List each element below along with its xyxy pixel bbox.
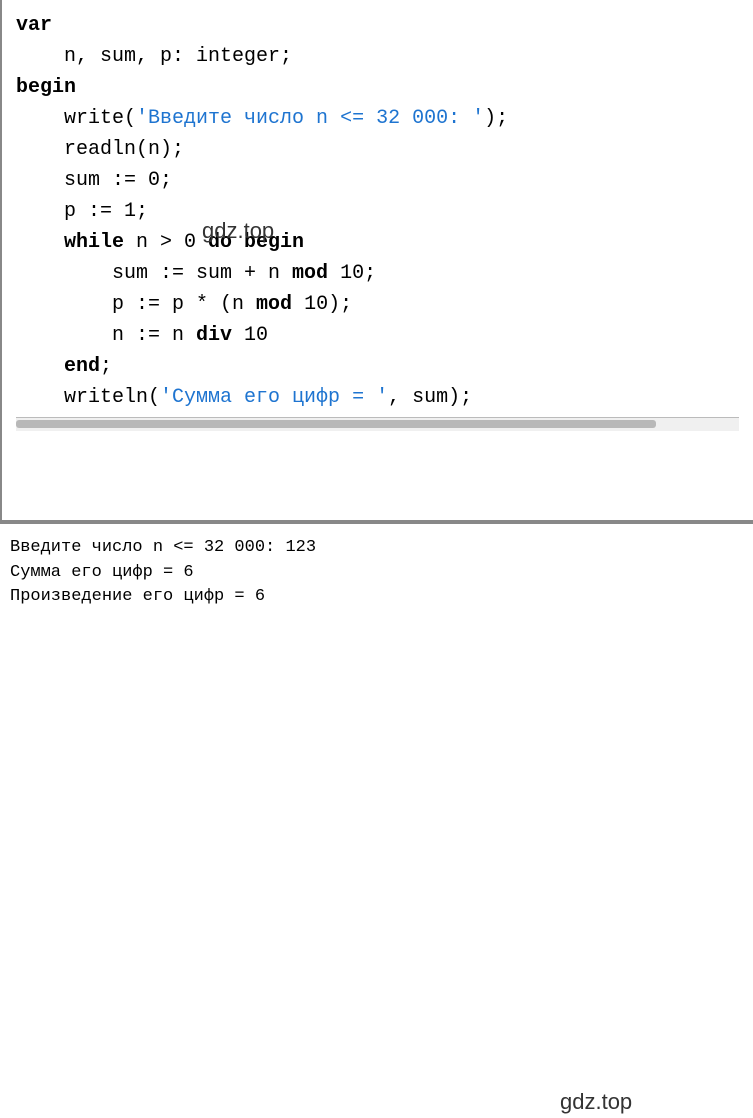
keyword-mod: mod <box>256 293 292 316</box>
horizontal-scrollbar[interactable] <box>16 417 739 431</box>
code-line: p := p * (n mod 10); <box>16 289 739 320</box>
output-line: Произведение его цифр = 6 <box>10 585 743 610</box>
code-line: end; <box>16 351 739 382</box>
watermark-text: gdz.top <box>560 1086 632 1118</box>
keyword-while: while <box>64 231 124 254</box>
code-line: while n > 0 do begin <box>16 227 739 258</box>
code-editor-panel[interactable]: var n, sum, p: integer; begin write('Вве… <box>0 0 753 522</box>
string-literal: 'Сумма его цифр = ' <box>160 386 388 409</box>
code-line: begin <box>16 72 739 103</box>
scrollbar-thumb[interactable] <box>16 420 656 428</box>
keyword-var: var <box>16 14 52 37</box>
output-line: Введите число n <= 32 000: 123 <box>10 536 743 561</box>
code-line: writeln('Сумма его цифр = ', sum); <box>16 382 739 413</box>
output-line: Сумма его цифр = 6 <box>10 561 743 586</box>
keyword-end: end <box>64 355 100 378</box>
keyword-do-begin: do begin <box>208 231 304 254</box>
code-line: var <box>16 10 739 41</box>
code-line: sum := 0; <box>16 165 739 196</box>
keyword-div: div <box>196 324 232 347</box>
keyword-mod: mod <box>292 262 328 285</box>
code-line: n := n div 10 <box>16 320 739 351</box>
keyword-begin: begin <box>16 76 76 99</box>
console-output-panel: Введите число n <= 32 000: 123 Сумма его… <box>0 522 753 618</box>
code-line: p := 1; <box>16 196 739 227</box>
code-line: sum := sum + n mod 10; <box>16 258 739 289</box>
code-line: n, sum, p: integer; <box>16 41 739 72</box>
code-line: readln(n); <box>16 134 739 165</box>
string-literal: 'Введите число n <= 32 000: ' <box>136 107 484 130</box>
code-line: write('Введите число n <= 32 000: '); <box>16 103 739 134</box>
